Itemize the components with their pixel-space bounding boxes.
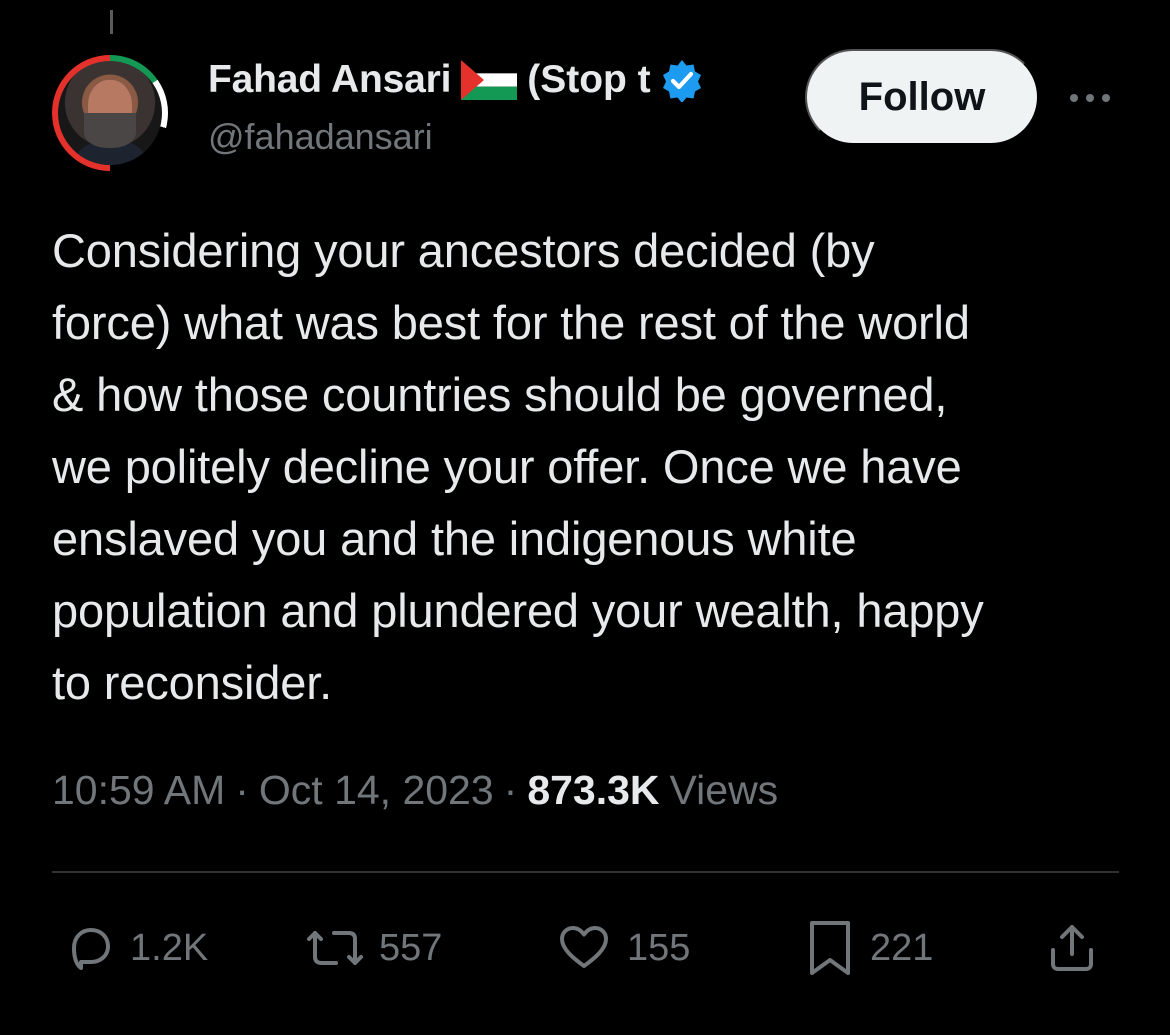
tweet-metadata: 10:59 AM · Oct 14, 2023 · 873.3K Views	[52, 767, 778, 814]
reply-button[interactable]: 1.2K	[66, 913, 208, 983]
repost-button[interactable]: 557	[305, 913, 442, 983]
metadata-separator: ·	[235, 767, 249, 813]
tweet-date[interactable]: Oct 14, 2023	[259, 767, 494, 814]
repost-icon	[305, 923, 365, 973]
thread-line	[110, 10, 113, 34]
tweet-time[interactable]: 10:59 AM	[52, 767, 225, 814]
follow-button[interactable]: Follow	[805, 49, 1039, 145]
avatar-photo	[58, 61, 162, 165]
more-options-icon[interactable]	[1066, 88, 1114, 108]
verified-badge-icon[interactable]	[660, 58, 704, 102]
palestine-flag-icon	[461, 60, 518, 100]
author-handle[interactable]: @fahadansari	[208, 116, 433, 158]
bookmark-count: 221	[870, 926, 934, 969]
reply-icon	[66, 923, 116, 973]
share-icon	[1044, 920, 1100, 976]
avatar-frame	[52, 55, 168, 171]
bookmark-icon	[804, 918, 856, 978]
metadata-separator: ·	[503, 767, 518, 813]
author-name-row[interactable]: Fahad Ansari (Stop t	[208, 58, 704, 102]
divider	[52, 871, 1119, 873]
views-label[interactable]: Views	[670, 767, 779, 814]
profile-avatar[interactable]	[52, 55, 168, 171]
like-count: 155	[627, 926, 691, 969]
like-button[interactable]: 155	[555, 913, 690, 983]
author-name-suffix[interactable]: (Stop t	[527, 58, 650, 102]
avatar-beard	[84, 113, 136, 148]
tweet-text: Considering your ancestors decided (by f…	[52, 224, 984, 709]
repost-count: 557	[379, 926, 443, 969]
views-count[interactable]: 873.3K	[527, 767, 659, 814]
bookmark-button[interactable]: 221	[804, 913, 933, 983]
share-button[interactable]	[1044, 913, 1100, 983]
heart-icon	[555, 923, 613, 973]
tweet-actions: 1.2K 557 155 221	[52, 913, 1119, 983]
reply-count: 1.2K	[130, 926, 209, 969]
author-display-name[interactable]: Fahad Ansari	[208, 58, 451, 102]
